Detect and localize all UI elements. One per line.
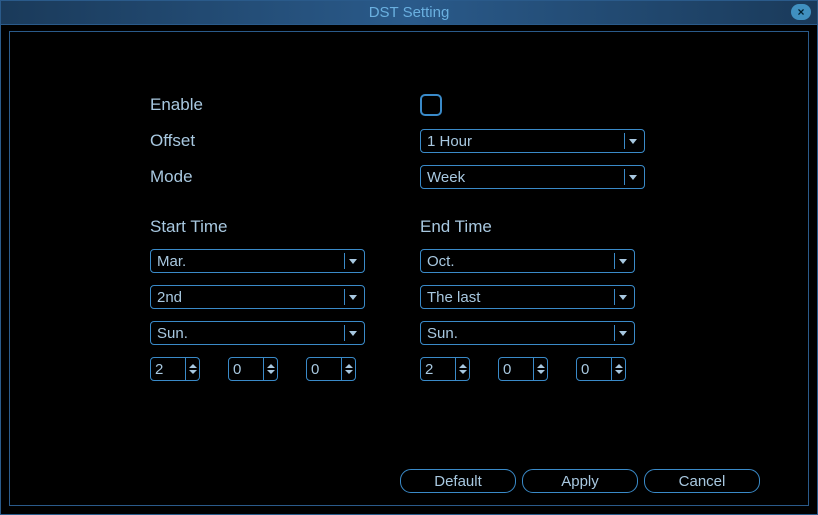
mode-select[interactable]: Week bbox=[420, 165, 645, 189]
start-time-spinners: 2 0 0 bbox=[150, 357, 420, 381]
chevron-down-icon bbox=[624, 133, 640, 149]
end-hour-spinner[interactable]: 2 bbox=[420, 357, 470, 381]
week-row: 2nd The last bbox=[150, 285, 808, 309]
button-bar: Default Apply Cancel bbox=[400, 469, 760, 493]
offset-label: Offset bbox=[150, 131, 420, 151]
end-week-select[interactable]: The last bbox=[420, 285, 635, 309]
start-day-select[interactable]: Sun. bbox=[150, 321, 365, 345]
start-week-value: 2nd bbox=[157, 289, 182, 306]
window-title: DST Setting bbox=[369, 4, 450, 21]
end-second-value: 0 bbox=[577, 361, 611, 378]
mode-value: Week bbox=[427, 169, 465, 186]
spinner-arrows-icon bbox=[341, 358, 355, 380]
chevron-down-icon bbox=[344, 253, 360, 269]
enable-row: Enable bbox=[150, 87, 808, 123]
close-button[interactable]: × bbox=[791, 4, 811, 20]
start-month-select[interactable]: Mar. bbox=[150, 249, 365, 273]
end-time-header: End Time bbox=[420, 217, 690, 237]
start-hour-value: 2 bbox=[151, 361, 185, 378]
end-day-value: Sun. bbox=[427, 325, 458, 342]
month-row: Mar. Oct. bbox=[150, 249, 808, 273]
offset-select[interactable]: 1 Hour bbox=[420, 129, 645, 153]
end-minute-value: 0 bbox=[499, 361, 533, 378]
end-minute-spinner[interactable]: 0 bbox=[498, 357, 548, 381]
mode-row: Mode Week bbox=[150, 159, 808, 195]
spinner-arrows-icon bbox=[533, 358, 547, 380]
spinner-arrows-icon bbox=[611, 358, 625, 380]
spinner-arrows-icon bbox=[455, 358, 469, 380]
offset-value: 1 Hour bbox=[427, 133, 472, 150]
spinner-arrows-icon bbox=[185, 358, 199, 380]
day-row: Sun. Sun. bbox=[150, 321, 808, 345]
chevron-down-icon bbox=[614, 253, 630, 269]
apply-button[interactable]: Apply bbox=[522, 469, 638, 493]
start-time-header: Start Time bbox=[150, 217, 420, 237]
enable-label: Enable bbox=[150, 95, 420, 115]
start-second-value: 0 bbox=[307, 361, 341, 378]
dst-setting-window: DST Setting × Enable Offset 1 Hour Mode bbox=[0, 0, 818, 515]
chevron-down-icon bbox=[614, 325, 630, 341]
content-panel: Enable Offset 1 Hour Mode Week bbox=[9, 31, 809, 506]
cancel-button[interactable]: Cancel bbox=[644, 469, 760, 493]
chevron-down-icon bbox=[614, 289, 630, 305]
offset-row: Offset 1 Hour bbox=[150, 123, 808, 159]
start-month-value: Mar. bbox=[157, 253, 186, 270]
start-hour-spinner[interactable]: 2 bbox=[150, 357, 200, 381]
mode-label: Mode bbox=[150, 167, 420, 187]
section-headers: Start Time End Time bbox=[150, 217, 808, 237]
end-week-value: The last bbox=[427, 289, 480, 306]
close-icon: × bbox=[797, 5, 804, 19]
start-week-select[interactable]: 2nd bbox=[150, 285, 365, 309]
time-row: 2 0 0 2 bbox=[150, 357, 808, 381]
end-hour-value: 2 bbox=[421, 361, 455, 378]
end-month-select[interactable]: Oct. bbox=[420, 249, 635, 273]
end-month-value: Oct. bbox=[427, 253, 455, 270]
end-second-spinner[interactable]: 0 bbox=[576, 357, 626, 381]
chevron-down-icon bbox=[624, 169, 640, 185]
enable-checkbox[interactable] bbox=[420, 94, 442, 116]
default-button[interactable]: Default bbox=[400, 469, 516, 493]
start-minute-spinner[interactable]: 0 bbox=[228, 357, 278, 381]
end-day-select[interactable]: Sun. bbox=[420, 321, 635, 345]
end-time-spinners: 2 0 0 bbox=[420, 357, 690, 381]
start-second-spinner[interactable]: 0 bbox=[306, 357, 356, 381]
titlebar: DST Setting × bbox=[1, 1, 817, 25]
chevron-down-icon bbox=[344, 289, 360, 305]
start-day-value: Sun. bbox=[157, 325, 188, 342]
spinner-arrows-icon bbox=[263, 358, 277, 380]
chevron-down-icon bbox=[344, 325, 360, 341]
start-minute-value: 0 bbox=[229, 361, 263, 378]
